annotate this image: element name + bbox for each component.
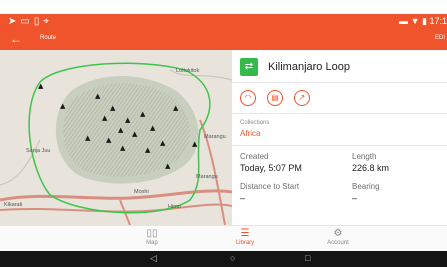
svg-text:▲: ▲ — [192, 140, 198, 148]
location-pin-icon: ⌖ — [43, 16, 53, 27]
length-label: Length — [352, 152, 377, 161]
map-label: Sanja Juu — [26, 148, 50, 154]
created-stat: Created Today, 5:07 PM — [240, 152, 340, 173]
app-bar-title: Route — [40, 35, 57, 41]
svg-text:▲: ▲ — [160, 139, 166, 147]
svg-text:▲: ▲ — [60, 102, 66, 110]
bearing-label: Bearing — [352, 182, 380, 191]
svg-text:▲: ▲ — [132, 130, 138, 138]
account-icon: ⚙ — [333, 228, 343, 239]
svg-text:▲: ▲ — [110, 104, 116, 112]
system-back-icon[interactable]: ◁ — [150, 253, 157, 264]
edit-button[interactable]: EDI — [435, 35, 445, 41]
collections-label: Collections — [240, 120, 270, 126]
svg-text:▲: ▲ — [173, 104, 179, 112]
elevation-icon[interactable]: ◠ — [240, 90, 256, 106]
cast-icon: ▬ — [399, 16, 409, 26]
svg-text:▲: ▲ — [106, 136, 112, 144]
page-heading: CARTES TOPOGRAPHIE — [4, 0, 131, 11]
svg-text:▲: ▲ — [85, 134, 91, 142]
bearing-value: – — [352, 193, 358, 203]
app-bar: ← Route EDI — [0, 29, 447, 50]
route-actions: ◠ ▤ ↗ — [232, 84, 447, 114]
svg-text:▲: ▲ — [102, 114, 108, 122]
svg-text:▲: ▲ — [165, 162, 171, 170]
map-view[interactable]: ▲ ▲ ▲ ▲ ▲ ▲ ▲ ▲ ▲ ▲ ▲ ▲ ▲ ▲ ▲ ▲ ▲ ▲ Loitokitok Sanja… — [0, 50, 232, 225]
map-overlay-icon[interactable]: ▤ — [267, 90, 283, 106]
system-recents-icon[interactable]: □ — [305, 253, 310, 263]
map-label: Marangu — [196, 174, 218, 180]
share-route-icon[interactable]: ↗ — [294, 90, 310, 106]
distance-stat: Distance to Start – — [240, 182, 340, 203]
map-label: Loitokitok — [176, 68, 199, 74]
nav-item-account[interactable]: ⚙ Account — [298, 228, 378, 246]
image-icon: ▭ — [20, 16, 34, 27]
route-type-icon: ⇄ — [240, 58, 258, 76]
wifi-icon: ▼ — [410, 16, 420, 26]
map-canvas[interactable]: ▲▲▲ ▲▲▲ ▲▲ ▲ ▲▲▲ ▲▲▲ ▲▲▲ Loitokitok Sanja… — [0, 50, 232, 225]
bearing-stat: Bearing – — [352, 182, 447, 203]
battery-icon: ▮ — [422, 16, 427, 26]
route-details-panel: ⇄ Kilimanjaro Loop ◠ ▤ ↗ Collections Afr… — [232, 50, 447, 225]
nav-item-map[interactable]: ▯▯ Map — [112, 228, 192, 246]
nav-label-account: Account — [327, 240, 349, 246]
svg-text:▲: ▲ — [120, 144, 126, 152]
created-label: Created — [240, 152, 269, 161]
svg-text:▲: ▲ — [145, 146, 151, 154]
status-bar: ➤▭▯⌖ ▬ ▼ ▮ 17:1 — [0, 14, 447, 29]
distance-value: – — [240, 193, 246, 203]
status-clock: 17:1 — [429, 16, 447, 26]
system-home-icon[interactable]: ○ — [230, 253, 235, 263]
paper-plane-icon: ➤ — [8, 16, 21, 27]
distance-label: Distance to Start — [240, 182, 300, 191]
sim-card-icon: ▯ — [33, 16, 44, 27]
nav-label-map: Map — [146, 240, 158, 246]
bottom-navigation: ▯▯ Map ☰ Library ⚙ Account — [0, 225, 447, 251]
map-label: Himo — [168, 204, 181, 210]
svg-text:▲: ▲ — [140, 110, 146, 118]
map-icon: ▯▯ — [146, 228, 158, 239]
map-label: Kikarati — [4, 202, 22, 208]
list-icon: ☰ — [240, 228, 250, 239]
svg-text:▲: ▲ — [118, 126, 124, 134]
route-header: ⇄ Kilimanjaro Loop — [232, 50, 447, 83]
created-value: Today, 5:07 PM — [240, 163, 302, 173]
route-name: Kilimanjaro Loop — [268, 61, 350, 73]
map-label: Marangu — [204, 134, 226, 140]
route-stats: Created Today, 5:07 PM Length 226.8 km D… — [232, 148, 447, 210]
svg-text:▲: ▲ — [125, 116, 131, 124]
map-label: Moshi — [134, 189, 149, 195]
status-right-icons: ▬ ▼ ▮ 17:1 — [399, 16, 447, 27]
system-navigation-bar: ◁ ○ □ — [0, 251, 447, 267]
status-left-icons: ➤▭▯⌖ — [8, 16, 53, 27]
app-screen: CARTES TOPOGRAPHIE ➤▭▯⌖ ▬ ▼ ▮ 17:1 ← Rou… — [0, 0, 447, 267]
svg-text:▲: ▲ — [150, 124, 156, 132]
collection-link[interactable]: Africa — [240, 129, 260, 138]
collections-section: Collections Africa — [232, 116, 447, 146]
svg-text:▲: ▲ — [38, 82, 44, 90]
back-arrow-icon[interactable]: ← — [10, 32, 22, 46]
nav-item-library[interactable]: ☰ Library — [205, 228, 285, 246]
svg-text:▲: ▲ — [95, 92, 101, 100]
length-value: 226.8 km — [352, 163, 390, 173]
length-stat: Length 226.8 km — [352, 152, 447, 173]
nav-label-library: Library — [235, 240, 255, 246]
